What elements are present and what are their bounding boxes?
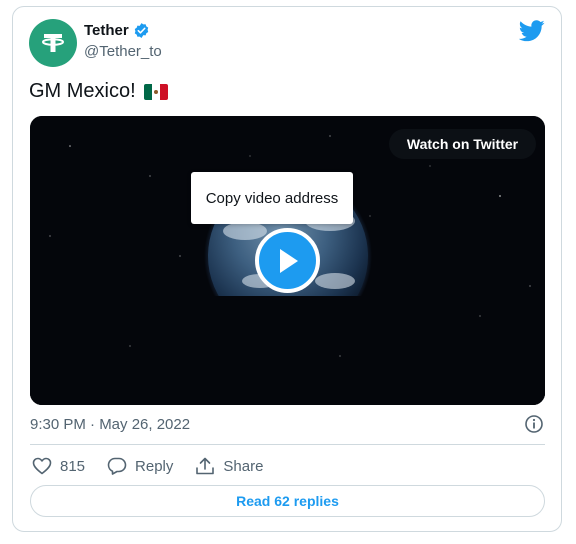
heart-icon — [32, 457, 52, 475]
reply-icon — [107, 457, 127, 475]
author-handle[interactable]: @Tether_to — [84, 43, 162, 60]
author-name-row: Tether — [84, 22, 150, 39]
divider — [30, 444, 545, 445]
watch-on-twitter-button[interactable]: Watch on Twitter — [389, 129, 536, 159]
tweet-text-content: GM Mexico! — [29, 80, 136, 102]
reply-label: Reply — [135, 457, 174, 475]
info-icon[interactable] — [524, 414, 544, 434]
play-icon — [279, 248, 298, 273]
share-button[interactable]: Share — [195, 457, 263, 475]
read-replies-button[interactable]: Read 62 replies — [30, 485, 545, 517]
display-name[interactable]: Tether — [84, 22, 129, 39]
verified-badge-icon — [134, 23, 148, 38]
like-button[interactable]: 815 — [32, 457, 85, 475]
tweet-actions: 815 Reply Share — [32, 456, 263, 476]
share-icon — [196, 457, 215, 475]
tweet-timestamp[interactable]: 9:30 PM · May 26, 2022 — [30, 416, 190, 433]
twitter-bird-icon[interactable] — [519, 20, 545, 42]
avatar[interactable] — [29, 19, 77, 67]
play-button[interactable] — [255, 228, 320, 293]
reply-button[interactable]: Reply — [107, 457, 173, 475]
tether-logo-icon — [42, 34, 64, 52]
mexico-flag-icon — [143, 83, 168, 100]
video-context-menu: Copy video address — [191, 172, 353, 224]
like-count: 815 — [60, 457, 86, 475]
copy-video-address-item[interactable]: Copy video address — [206, 190, 339, 207]
tweet-text: GM Mexico! — [29, 80, 168, 103]
share-label: Share — [223, 457, 264, 475]
